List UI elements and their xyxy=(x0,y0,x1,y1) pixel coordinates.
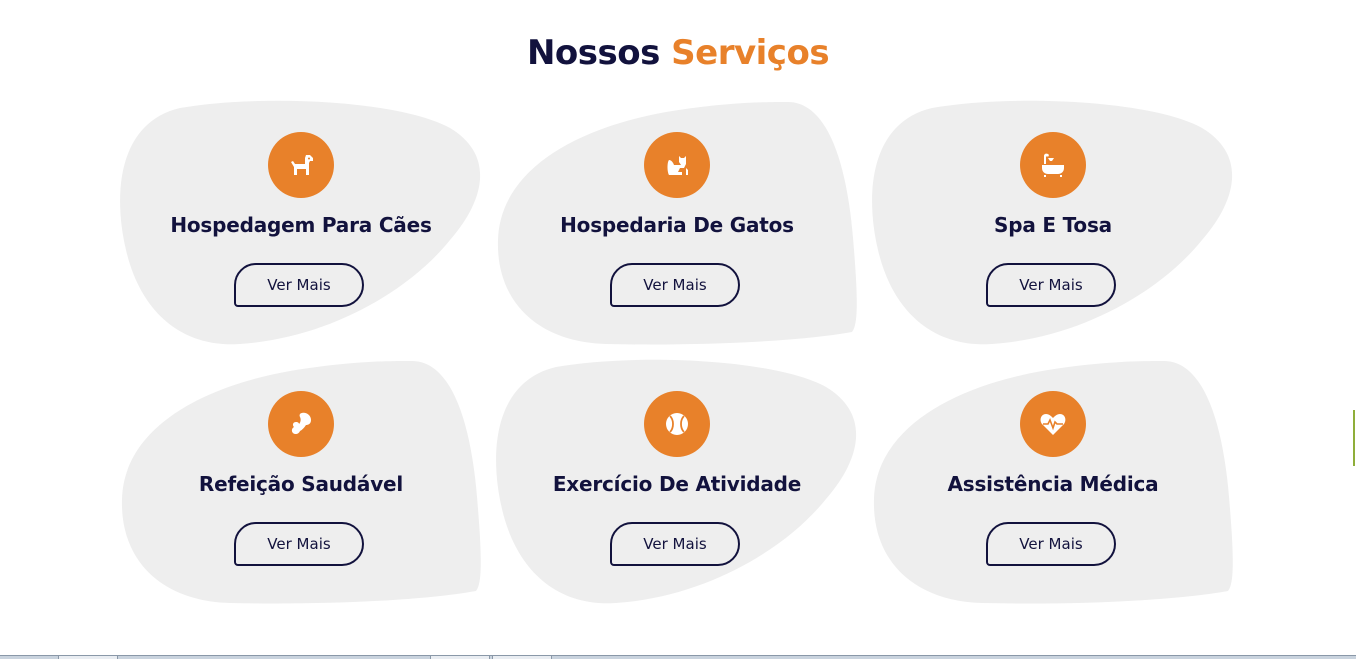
card-title: Exercício De Atividade xyxy=(552,472,802,496)
card-title: Hospedaria De Gatos xyxy=(560,213,794,237)
bone-icon xyxy=(268,391,334,457)
title-part-2: Serviços xyxy=(671,33,830,73)
ver-mais-button[interactable]: Ver Mais xyxy=(986,263,1116,307)
heart-pulse-icon-glyph xyxy=(1040,414,1066,435)
ver-mais-button[interactable]: Ver Mais xyxy=(610,263,740,307)
heart-pulse-icon xyxy=(1020,391,1086,457)
card-title: Refeição Saudável xyxy=(198,472,404,496)
services-section: Nossos Serviços Hospedagem Para Cães Ver… xyxy=(0,0,1356,659)
service-card-dog-boarding: Hospedagem Para Cães Ver Mais xyxy=(120,100,482,345)
section-title: Nossos Serviços xyxy=(0,30,1356,76)
title-part-1: Nossos xyxy=(526,33,660,73)
bathtub-icon-glyph xyxy=(1042,153,1064,177)
cat-icon xyxy=(644,132,710,198)
taskbar xyxy=(0,655,1356,659)
service-card-exercise: Exercício De Atividade Ver Mais xyxy=(496,359,858,604)
ver-mais-button[interactable]: Ver Mais xyxy=(610,522,740,566)
ver-mais-button[interactable]: Ver Mais xyxy=(986,522,1116,566)
service-card-spa: Spa E Tosa Ver Mais xyxy=(872,100,1234,345)
bathtub-icon xyxy=(1020,132,1086,198)
dog-icon xyxy=(268,132,334,198)
service-card-medical: Assistência Médica Ver Mais xyxy=(872,359,1234,604)
ball-icon xyxy=(644,391,710,457)
card-title: Spa E Tosa xyxy=(994,213,1112,237)
card-title: Assistência Médica xyxy=(947,472,1159,496)
bone-icon-glyph xyxy=(291,412,311,435)
ball-icon-glyph xyxy=(666,413,688,435)
dog-icon-glyph xyxy=(291,155,313,175)
card-title: Hospedagem Para Cães xyxy=(170,213,432,237)
scroll-edge-indicator xyxy=(1353,410,1355,466)
ver-mais-button[interactable]: Ver Mais xyxy=(234,522,364,566)
service-card-cat-boarding: Hospedaria De Gatos Ver Mais xyxy=(496,100,858,345)
cat-icon-glyph xyxy=(667,156,688,175)
service-card-healthy-meal: Refeição Saudável Ver Mais xyxy=(120,359,482,604)
ver-mais-button[interactable]: Ver Mais xyxy=(234,263,364,307)
